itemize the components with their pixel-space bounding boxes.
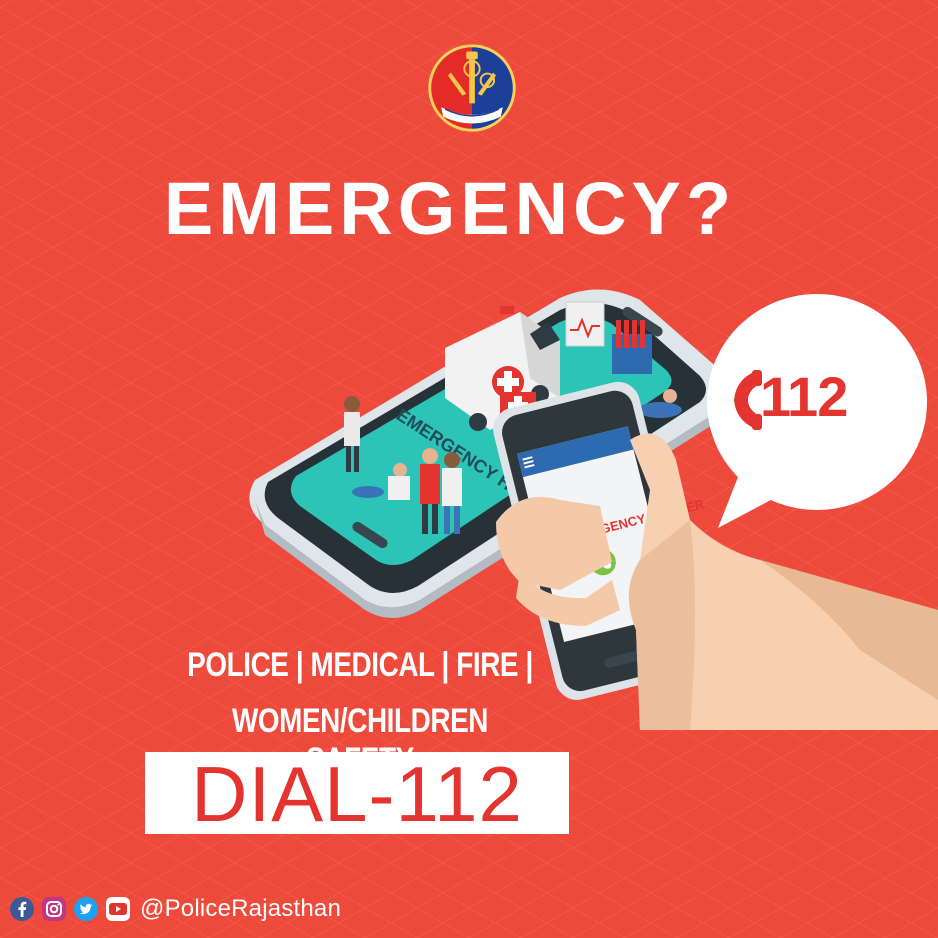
- police-emblem-logo: [428, 44, 516, 132]
- dial-box: DIAL-112: [145, 750, 569, 838]
- services-line-1: POLICE | MEDICAL | FIRE |: [187, 646, 533, 684]
- social-footer: @PoliceRajasthan: [10, 894, 341, 924]
- poster: EMERGENCY? EMERGENCY HELP EMERGENCY NUMB…: [0, 0, 938, 938]
- medical-monitor: [565, 301, 605, 347]
- phone-icon: [734, 370, 762, 430]
- social-handle[interactable]: @PoliceRajasthan: [140, 895, 341, 923]
- bubble-number: 112: [760, 365, 848, 428]
- instagram-icon[interactable]: [42, 897, 66, 921]
- dial-number: DIAL-112: [191, 750, 523, 838]
- facebook-icon[interactable]: [10, 897, 34, 921]
- headline: EMERGENCY?: [163, 167, 737, 250]
- youtube-icon[interactable]: [106, 897, 130, 921]
- twitter-icon[interactable]: [74, 897, 98, 921]
